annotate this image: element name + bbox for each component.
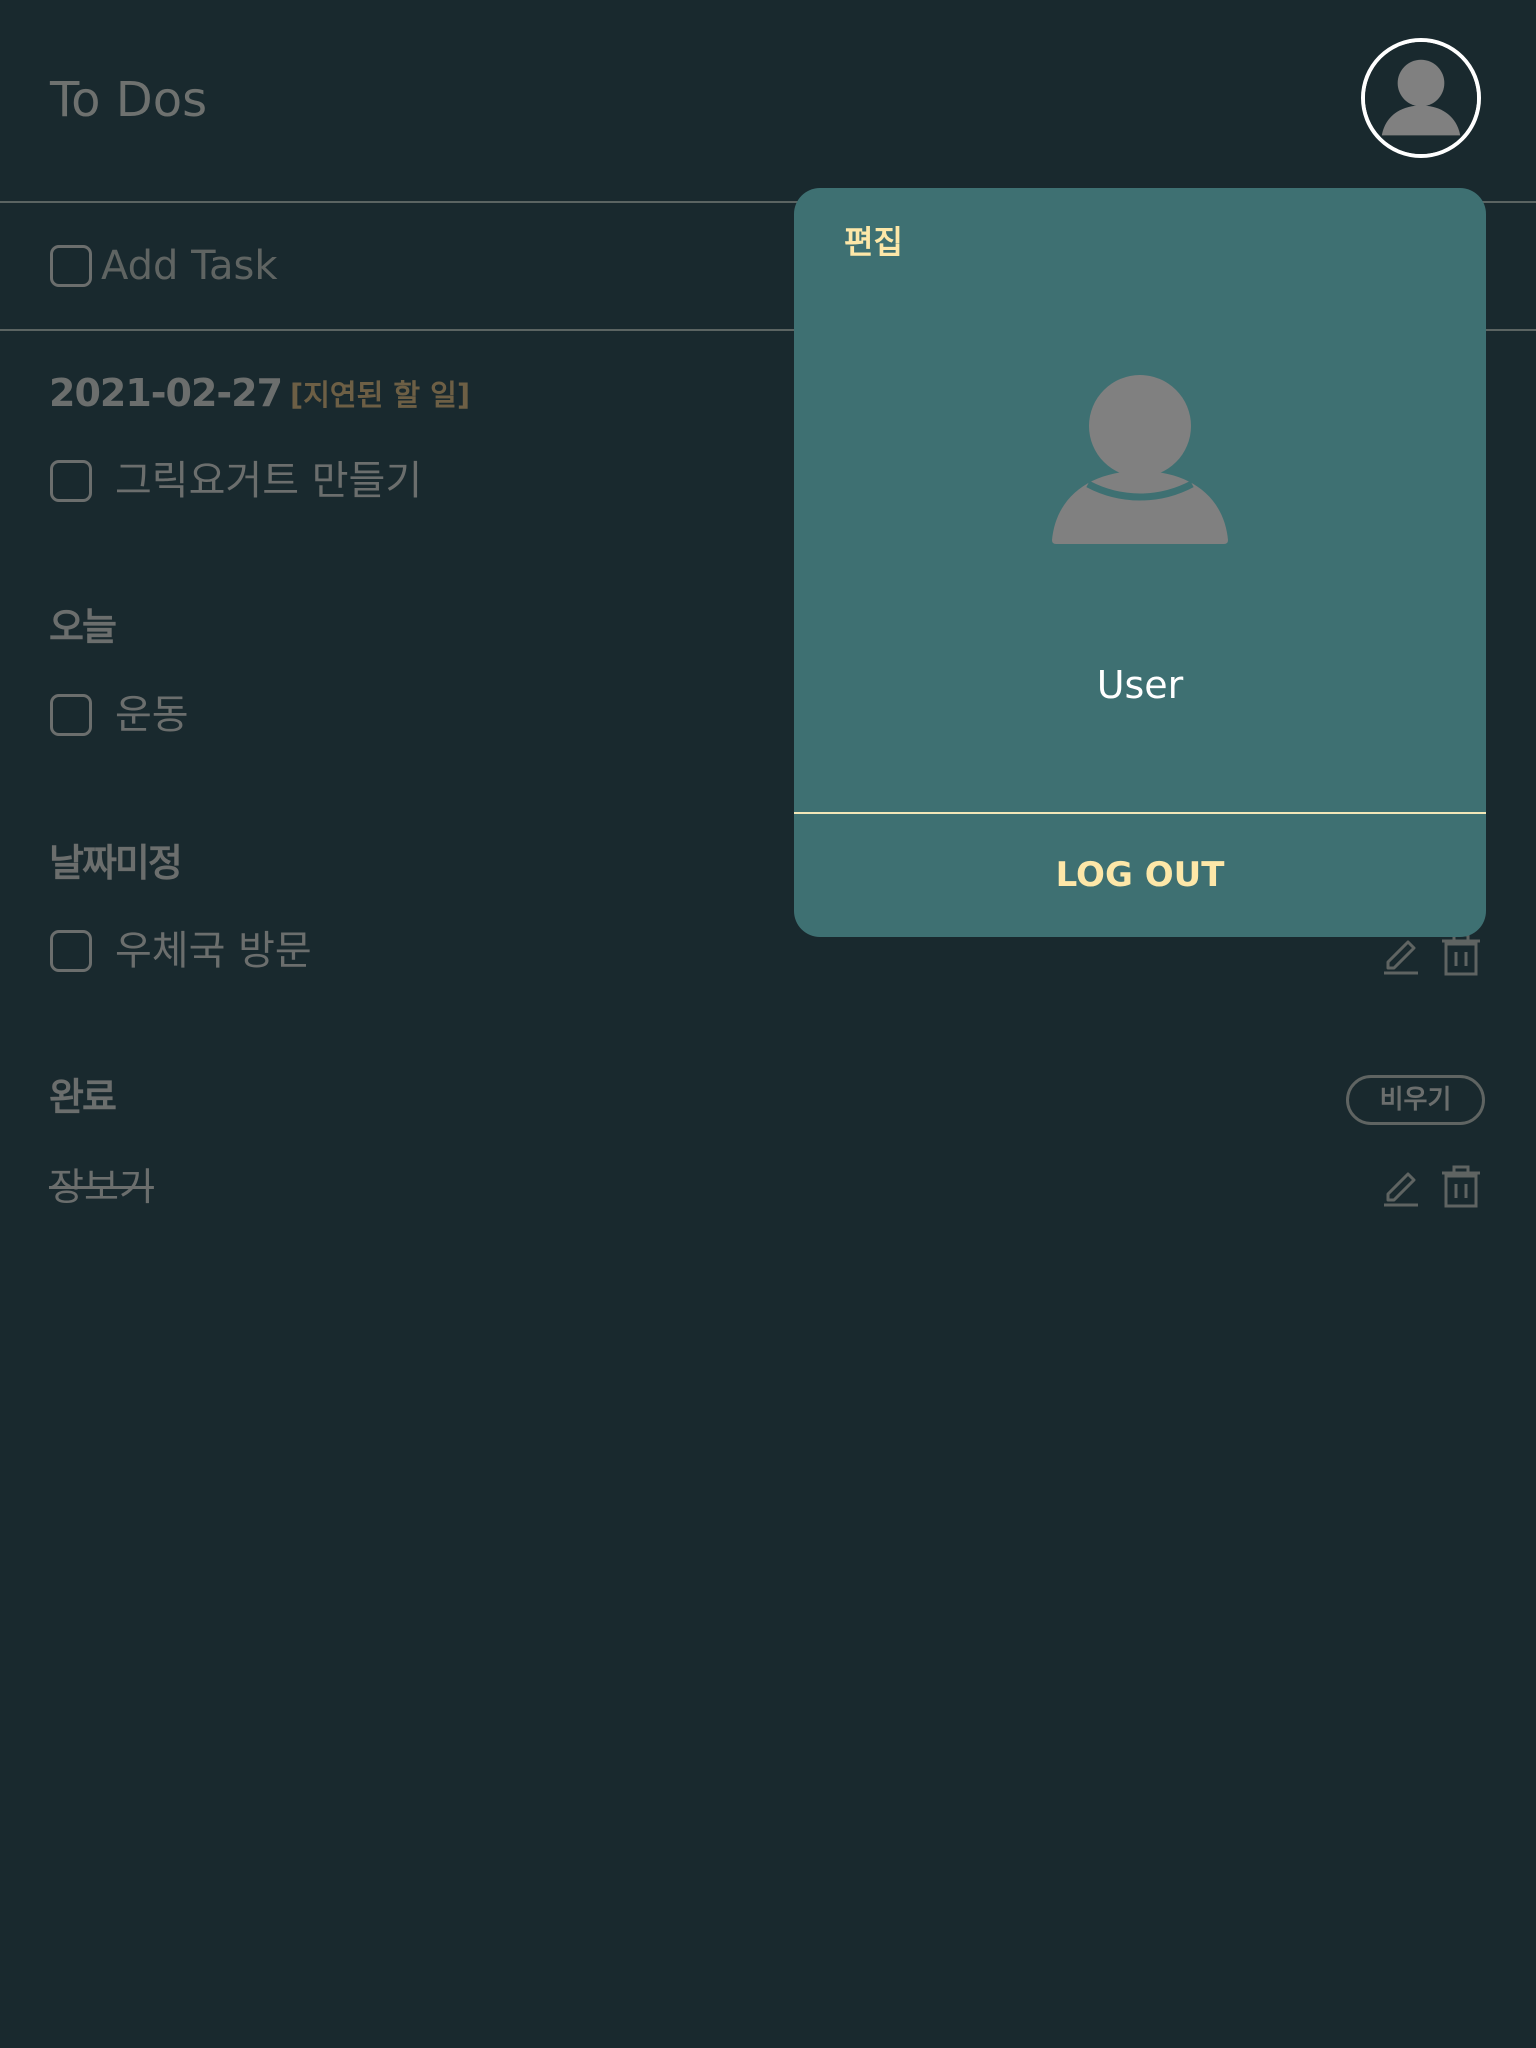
done-section-title: 완료 <box>49 1075 117 1119</box>
user-avatar-icon <box>1050 373 1230 548</box>
app-title: To Dos <box>50 72 208 128</box>
logout-button[interactable]: LOG OUT <box>794 814 1486 937</box>
task-text: 그릭요거트 만들기 <box>115 458 423 504</box>
today-section-title: 오늘 <box>49 605 117 649</box>
pencil-icon[interactable] <box>1380 1164 1424 1208</box>
edit-profile-button[interactable]: 편집 <box>844 220 903 264</box>
username: User <box>1096 663 1184 707</box>
trash-icon[interactable] <box>1439 1164 1483 1208</box>
add-task-checkbox[interactable] <box>50 245 92 287</box>
overdue-tag: [지연된 할 일] <box>290 378 471 412</box>
overdue-section-date: 2021-02-27 <box>49 371 283 415</box>
task-text: 우체국 방문 <box>115 928 312 974</box>
clear-done-button[interactable]: 비우기 <box>1346 1075 1485 1125</box>
user-avatar-icon <box>1365 42 1477 154</box>
no-date-section-title: 날짜미정 <box>49 841 183 885</box>
pencil-icon[interactable] <box>1380 932 1424 976</box>
task-checkbox[interactable] <box>50 694 92 736</box>
profile-popup: 편집 User LOG OUT <box>794 188 1486 937</box>
task-checkbox[interactable] <box>50 930 92 972</box>
done-task-text: 장보기 <box>49 1165 154 1209</box>
profile-avatar-button[interactable] <box>1361 38 1481 158</box>
trash-icon[interactable] <box>1439 932 1483 976</box>
task-text: 운동 <box>115 692 189 738</box>
add-task-input[interactable]: Add Task <box>101 238 277 294</box>
task-checkbox[interactable] <box>50 460 92 502</box>
